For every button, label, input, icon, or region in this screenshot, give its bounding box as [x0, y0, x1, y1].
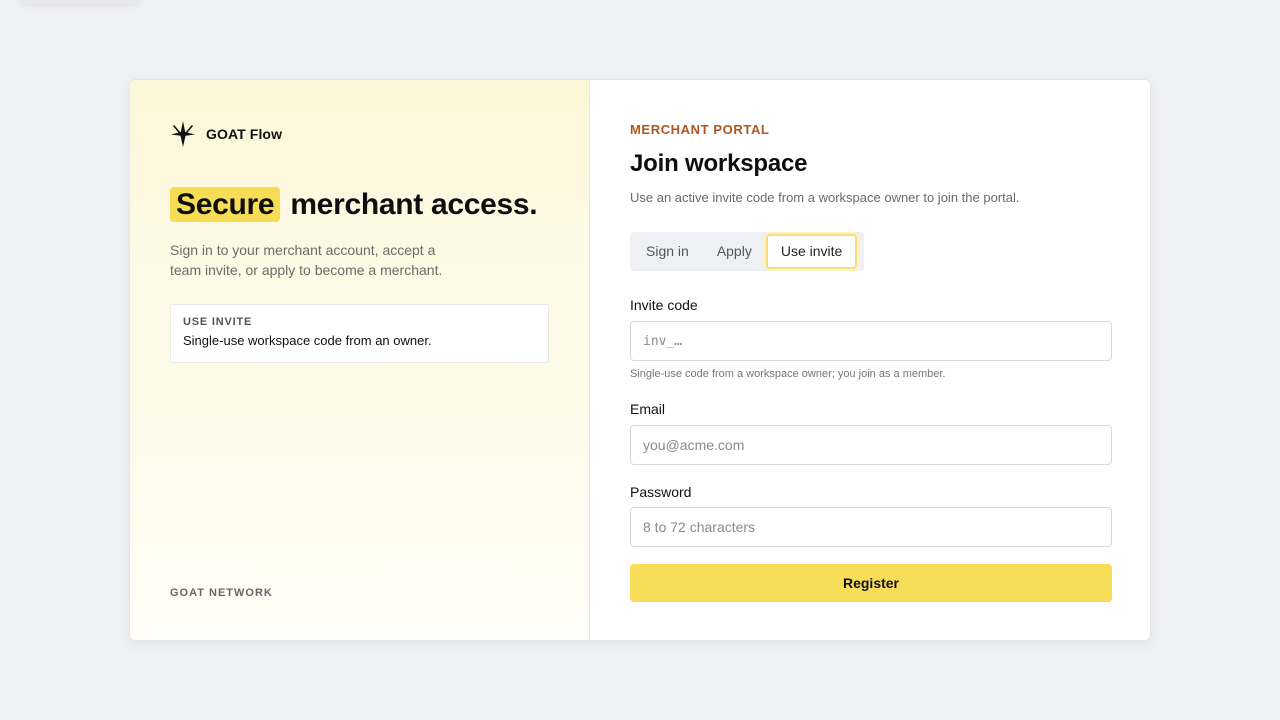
network-footer: GOAT NETWORK	[170, 587, 273, 599]
tab-use-invite[interactable]: Use invite	[765, 234, 858, 269]
tab-sign-in[interactable]: Sign in	[632, 234, 703, 269]
invite-code-label: Invite code	[630, 297, 698, 313]
portal-eyebrow: MERCHANT PORTAL	[630, 122, 770, 137]
headline-rest: merchant access.	[290, 188, 538, 221]
email-label: Email	[630, 401, 666, 417]
auth-card: GOAT Flow Secure merchant access. Sign i…	[129, 79, 1151, 641]
hero-panel: GOAT Flow Secure merchant access. Sign i…	[130, 80, 590, 640]
password-label: Password	[630, 484, 692, 500]
password-input[interactable]	[630, 507, 1112, 547]
info-box-label: USE INVITE	[183, 316, 253, 328]
hero-headline: Secure merchant access.	[170, 187, 538, 222]
mode-info-box: USE INVITE Single-use workspace code fro…	[170, 304, 549, 363]
email-input[interactable]	[630, 425, 1112, 465]
info-box-description: Single-use workspace code from an owner.	[183, 333, 432, 348]
register-button[interactable]: Register	[630, 564, 1112, 602]
form-panel: MERCHANT PORTAL Join workspace Use an ac…	[590, 80, 1150, 640]
hero-subtext: Sign in to your merchant account, accept…	[170, 242, 443, 278]
invite-code-input[interactable]	[630, 321, 1112, 361]
invite-code-hint: Single-use code from a workspace owner; …	[630, 368, 946, 380]
form-title: Join workspace	[630, 150, 808, 177]
tab-apply[interactable]: Apply	[703, 234, 766, 269]
brand-name: GOAT Flow	[206, 126, 283, 142]
top-ghost-element	[18, 0, 142, 4]
auth-mode-tabs: Sign in Apply Use invite	[630, 232, 864, 271]
form-description: Use an active invite code from a workspa…	[630, 190, 1020, 205]
headline-highlight: Secure	[170, 187, 281, 222]
brand: GOAT Flow	[170, 120, 282, 148]
sparkle-star-icon	[171, 121, 195, 147]
